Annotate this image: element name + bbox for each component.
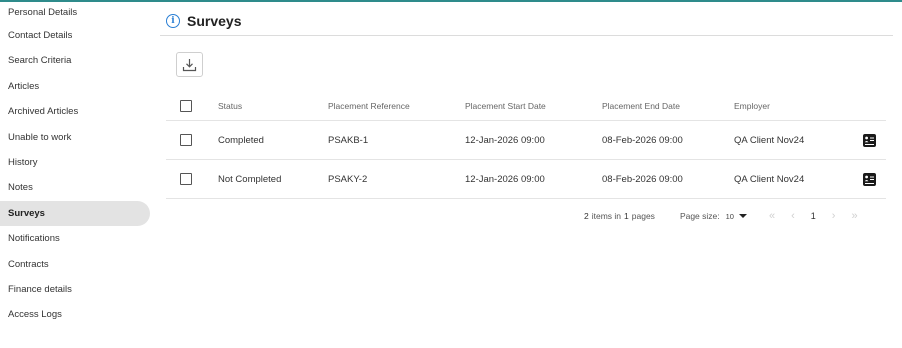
- page-size-select[interactable]: 10: [726, 212, 747, 221]
- column-header-placement-end-date[interactable]: Placement End Date: [602, 101, 734, 111]
- pager-navigation: « ‹ 1 › »: [769, 210, 858, 222]
- sidebar-item-archived-articles[interactable]: Archived Articles: [0, 99, 150, 124]
- survey-details-icon[interactable]: [862, 172, 876, 186]
- page-size-label: Page size:: [679, 211, 720, 221]
- prev-page-icon[interactable]: ‹: [791, 210, 795, 222]
- page-header: i Surveys: [166, 10, 241, 32]
- sidebar-item-search-criteria[interactable]: Search Criteria: [0, 48, 150, 73]
- main-content: i Surveys Status Placement Reference Pla…: [160, 0, 893, 348]
- first-page-icon[interactable]: «: [769, 210, 775, 222]
- column-header-placement-start-date[interactable]: Placement Start Date: [465, 101, 602, 111]
- sidebar-item-notifications[interactable]: Notifications: [0, 226, 150, 251]
- pager-total-pages: 1: [624, 211, 629, 221]
- sidebar-item-contracts[interactable]: Contracts: [0, 252, 150, 277]
- pager: 2 items in 1 pages Page size: 10 « ‹ 1 ›…: [584, 208, 858, 224]
- last-page-icon[interactable]: »: [851, 210, 857, 222]
- page-size-value: 10: [725, 211, 734, 221]
- cell-status: Completed: [218, 134, 264, 146]
- survey-details-icon[interactable]: [862, 133, 876, 147]
- cell-placement-reference: PSAKB-1: [328, 134, 369, 146]
- sidebar-item-notes[interactable]: Notes: [0, 175, 150, 200]
- sidebar-item-surveys[interactable]: Surveys: [0, 200, 150, 227]
- page-title: Surveys: [187, 13, 242, 29]
- cell-end-date: 08-Feb-2026 09:00: [602, 134, 683, 146]
- sidebar-item-articles[interactable]: Articles: [0, 74, 150, 99]
- cell-status: Not Completed: [218, 173, 282, 185]
- download-icon: [182, 58, 197, 71]
- surveys-grid: Status Placement Reference Placement Sta…: [166, 92, 886, 199]
- header-divider: [160, 35, 893, 36]
- cell-start-date: 12-Jan-2026 09:00: [465, 134, 545, 146]
- pager-items-in-text: items in: [591, 211, 622, 221]
- table-row[interactable]: Not Completed PSAKY-2 12-Jan-2026 09:00 …: [166, 160, 886, 199]
- select-all-checkbox[interactable]: [180, 100, 192, 112]
- grid-header: Status Placement Reference Placement Sta…: [166, 92, 886, 121]
- table-row[interactable]: Completed PSAKB-1 12-Jan-2026 09:00 08-F…: [166, 121, 886, 160]
- cell-start-date: 12-Jan-2026 09:00: [465, 173, 545, 185]
- info-icon[interactable]: i: [166, 14, 180, 28]
- sidebar-item-personal-details[interactable]: Personal Details: [0, 2, 150, 23]
- pager-pages-text: pages: [631, 211, 655, 221]
- column-header-status[interactable]: Status: [218, 101, 328, 111]
- cell-employer: QA Client Nov24: [734, 173, 805, 185]
- current-page-number[interactable]: 1: [811, 211, 816, 221]
- next-page-icon[interactable]: ›: [832, 210, 836, 222]
- cell-placement-reference: PSAKY-2: [328, 173, 368, 185]
- column-header-employer[interactable]: Employer: [734, 101, 852, 111]
- cell-employer: QA Client Nov24: [734, 134, 805, 146]
- row-checkbox[interactable]: [180, 173, 192, 185]
- cell-end-date: 08-Feb-2026 09:00: [602, 173, 683, 185]
- sidebar-item-unable-to-work[interactable]: Unable to work: [0, 125, 150, 150]
- sidebar-item-history[interactable]: History: [0, 150, 150, 175]
- pager-total-items: 2: [584, 211, 589, 221]
- sidebar-item-finance-details[interactable]: Finance details: [0, 277, 150, 302]
- sidebar-item-access-logs[interactable]: Access Logs: [0, 302, 150, 327]
- chevron-down-icon: [738, 214, 747, 218]
- sidebar: Personal Details Contact Details Search …: [0, 2, 150, 328]
- download-button[interactable]: [176, 52, 203, 77]
- column-header-placement-reference[interactable]: Placement Reference: [328, 101, 465, 111]
- row-checkbox[interactable]: [180, 134, 192, 146]
- sidebar-item-contact-details[interactable]: Contact Details: [0, 23, 150, 48]
